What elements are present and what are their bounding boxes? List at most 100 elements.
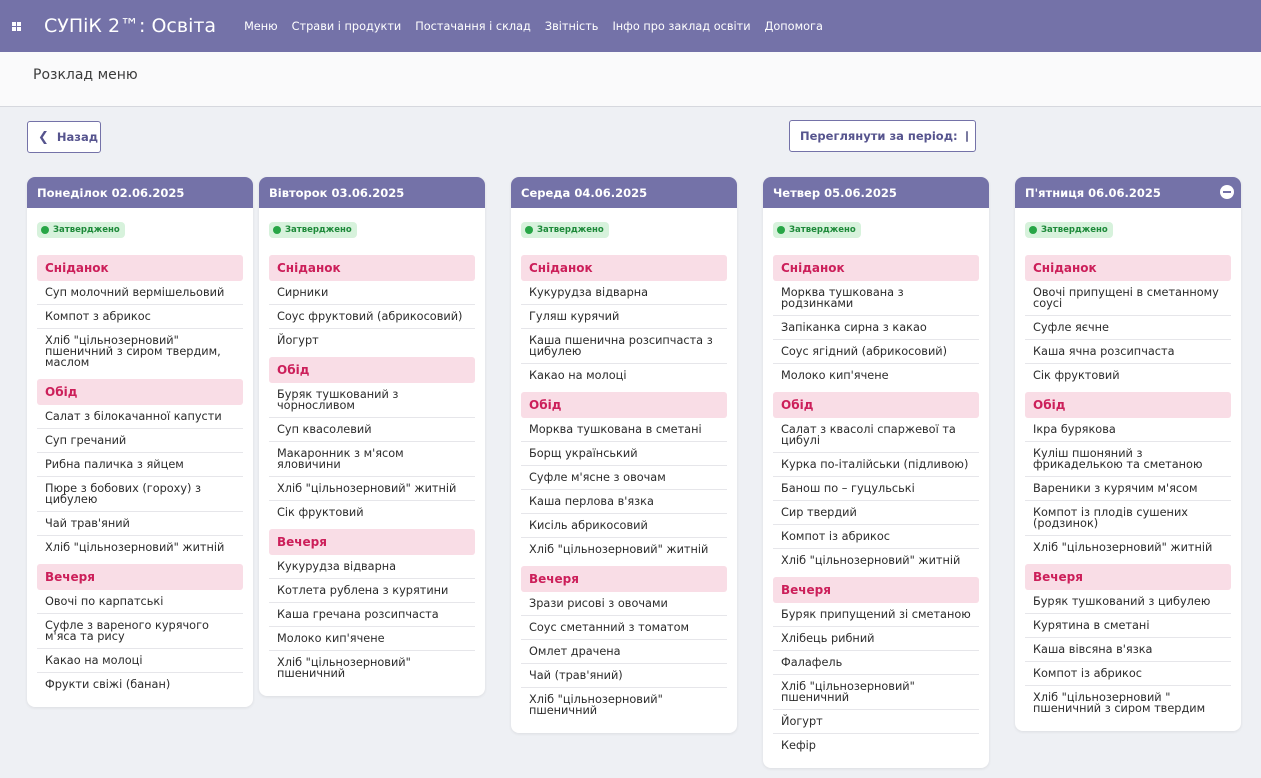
dish-item[interactable]: Овочі по карпатські bbox=[37, 590, 243, 614]
dish-item[interactable]: Хліб "цільнозерновий " пшеничний з сиром… bbox=[1025, 686, 1231, 720]
dish-item[interactable]: Суп молочний вермішельовий bbox=[37, 281, 243, 305]
dish-item[interactable]: Хліб "цільнозерновий" пшеничний bbox=[521, 688, 727, 722]
nav-item-school-info[interactable]: Інфо про заклад освіти bbox=[612, 20, 750, 33]
dish-item[interactable]: Соус сметанний з томатом bbox=[521, 616, 727, 640]
meal-section: Вечеря Кукурудза відварна Котлета рублена … bbox=[269, 529, 475, 685]
status-badge: Затверджено bbox=[269, 222, 357, 238]
dish-item[interactable]: Кисіль абрикосовий bbox=[521, 514, 727, 538]
dish-item[interactable]: Компот з абрикос bbox=[37, 305, 243, 329]
dish-item[interactable]: Банош по – гуцульські bbox=[773, 477, 979, 501]
dish-item[interactable]: Овочі припущені в сметанному соусі bbox=[1025, 281, 1231, 316]
dish-item[interactable]: Йогурт bbox=[773, 710, 979, 734]
dish-item[interactable]: Компот із абрикос bbox=[773, 525, 979, 549]
dish-item[interactable]: Суфле м'ясне з овочам bbox=[521, 466, 727, 490]
meal-section: Обід Ікра бурякова Куліш пшоняний з фрикад… bbox=[1025, 392, 1231, 559]
dish-item[interactable]: Каша перлова в'язка bbox=[521, 490, 727, 514]
dish-item[interactable]: Макаронник з м'ясом яловичини bbox=[269, 442, 475, 477]
meal-title: Обід bbox=[269, 357, 475, 383]
status-dot-icon bbox=[525, 226, 533, 234]
dish-item[interactable]: Гуляш курячий bbox=[521, 305, 727, 329]
dish-item[interactable]: Курка по-італійськи (підливою) bbox=[773, 453, 979, 477]
day-body: Затверджено Сніданок Кукурудза відварна Гул… bbox=[511, 208, 737, 733]
dish-item[interactable]: Хліб "цільнозерновий" житній bbox=[773, 549, 979, 572]
nav-item-reports[interactable]: Звітність bbox=[545, 20, 599, 33]
nav-item-dishes-products[interactable]: Страви і продукти bbox=[292, 20, 402, 33]
dish-item[interactable]: Кукурудза відварна bbox=[521, 281, 727, 305]
status-dot-icon bbox=[273, 226, 281, 234]
dish-item[interactable]: Пюре з бобових (гороху) з цибулею bbox=[37, 477, 243, 512]
day-card: Середа 04.06.2025 Затверджено Сніданок Куку… bbox=[511, 177, 737, 733]
dish-item[interactable]: Кукурудза відварна bbox=[269, 555, 475, 579]
dish-item[interactable]: Йогурт bbox=[269, 329, 475, 352]
app-title[interactable]: СУПіК 2™: Освіта bbox=[44, 15, 216, 37]
dish-item[interactable]: Компот із абрикос bbox=[1025, 662, 1231, 686]
day-body: Затверджено Сніданок Морква тушкована з ро… bbox=[763, 208, 989, 768]
dish-item[interactable]: Чай трав'яний bbox=[37, 512, 243, 536]
dish-item[interactable]: Хлібець рибний bbox=[773, 627, 979, 651]
apps-grid-icon[interactable] bbox=[12, 21, 21, 31]
dish-item[interactable]: Морква тушкована з родзинками bbox=[773, 281, 979, 316]
status-badge: Затверджено bbox=[773, 222, 861, 238]
dish-item[interactable]: Вареники з курячим м'ясом bbox=[1025, 477, 1231, 501]
dish-item[interactable]: Салат з квасолі спаржевої та цибулі bbox=[773, 418, 979, 453]
dish-item[interactable]: Борщ український bbox=[521, 442, 727, 466]
dish-item[interactable]: Хліб "цільнозерновий" пшеничний bbox=[269, 651, 475, 685]
day-header: Понеділок 02.06.2025 bbox=[27, 177, 253, 208]
day-header: Четвер 05.06.2025 bbox=[763, 177, 989, 208]
view-period-button[interactable]: Переглянути за період: bbox=[789, 120, 976, 152]
meal-title: Сніданок bbox=[1025, 255, 1231, 281]
dish-item[interactable]: Каша вівсяна в'язка bbox=[1025, 638, 1231, 662]
dish-item[interactable]: Салат з білокачанної капусти bbox=[37, 405, 243, 429]
dish-item[interactable]: Хліб "цільнозерновий" пшеничний з сиром … bbox=[37, 329, 243, 374]
dish-item[interactable]: Сир твердий bbox=[773, 501, 979, 525]
dish-item[interactable]: Хліб "цільнозерновий" житній bbox=[521, 538, 727, 561]
dish-item[interactable]: Суфле яєчне bbox=[1025, 316, 1231, 340]
dish-item[interactable]: Какао на молоці bbox=[521, 364, 727, 387]
collapse-icon[interactable] bbox=[1220, 185, 1234, 199]
dish-item[interactable]: Буряк припущений зі сметаною bbox=[773, 603, 979, 627]
dish-item[interactable]: Суфле з вареного курячого м'яса та рису bbox=[37, 614, 243, 649]
back-button[interactable]: ❮ Назад bbox=[27, 121, 101, 153]
dish-item[interactable]: Котлета рублена з курятини bbox=[269, 579, 475, 603]
dish-item[interactable]: Буряк тушкований з цибулею bbox=[1025, 590, 1231, 614]
dish-item[interactable]: Сік фруктовий bbox=[1025, 364, 1231, 387]
dish-item[interactable]: Молоко кип'ячене bbox=[269, 627, 475, 651]
dish-item[interactable]: Хліб "цільнозерновий" житній bbox=[1025, 536, 1231, 559]
dish-item[interactable]: Суп гречаний bbox=[37, 429, 243, 453]
dish-item[interactable]: Фалафель bbox=[773, 651, 979, 675]
dish-item[interactable]: Сік фруктовий bbox=[269, 501, 475, 524]
dish-item[interactable]: Ікра бурякова bbox=[1025, 418, 1231, 442]
dish-item[interactable]: Морква тушкована в сметані bbox=[521, 418, 727, 442]
dish-item[interactable]: Чай (трав'яний) bbox=[521, 664, 727, 688]
dish-item[interactable]: Курятина в сметані bbox=[1025, 614, 1231, 638]
dish-item[interactable]: Запіканка сирна з какао bbox=[773, 316, 979, 340]
dish-item[interactable]: Компот із плодів сушених (родзинок) bbox=[1025, 501, 1231, 536]
dish-item[interactable]: Рибна паличка з яйцем bbox=[37, 453, 243, 477]
nav-item-supply-warehouse[interactable]: Постачання і склад bbox=[415, 20, 531, 33]
nav-item-help[interactable]: Допомога bbox=[765, 20, 823, 33]
dish-item[interactable]: Буряк тушкований з чорносливом bbox=[269, 383, 475, 418]
dish-item[interactable]: Каша ячна розсипчаста bbox=[1025, 340, 1231, 364]
dish-item[interactable]: Каша гречана розсипчаста bbox=[269, 603, 475, 627]
day-title: Середа 04.06.2025 bbox=[521, 185, 648, 200]
dish-item[interactable]: Соус фруктовий (абрикосовий) bbox=[269, 305, 475, 329]
status-label: Затверджено bbox=[789, 225, 856, 235]
dish-item[interactable]: Куліш пшоняний з фрикаделькою та сметано… bbox=[1025, 442, 1231, 477]
dish-item[interactable]: Хліб "цільнозерновий" житній bbox=[269, 477, 475, 501]
dish-item[interactable]: Хліб "цільнозерновий" пшеничний bbox=[773, 675, 979, 710]
dish-item[interactable]: Сирники bbox=[269, 281, 475, 305]
dish-item[interactable]: Омлет драчена bbox=[521, 640, 727, 664]
dish-item[interactable]: Молоко кип'ячене bbox=[773, 364, 979, 387]
dish-item[interactable]: Какао на молоці bbox=[37, 649, 243, 673]
day-title: Понеділок 02.06.2025 bbox=[37, 185, 185, 200]
dish-item[interactable]: Каша пшенична розсипчаста з цибулею bbox=[521, 329, 727, 364]
dish-item[interactable]: Кефір bbox=[773, 734, 979, 757]
meal-section: Сніданок Овочі припущені в сметанному соу… bbox=[1025, 255, 1231, 387]
dish-item[interactable]: Фрукти свіжі (банан) bbox=[37, 673, 243, 696]
meal-title: Вечеря bbox=[269, 529, 475, 555]
dish-item[interactable]: Суп квасолевий bbox=[269, 418, 475, 442]
nav-item-menu[interactable]: Меню bbox=[244, 20, 278, 33]
dish-item[interactable]: Соус ягідний (абрикосовий) bbox=[773, 340, 979, 364]
dish-item[interactable]: Хліб "цільнозерновий" житній bbox=[37, 536, 243, 559]
dish-item[interactable]: Зрази рисові з овочами bbox=[521, 592, 727, 616]
